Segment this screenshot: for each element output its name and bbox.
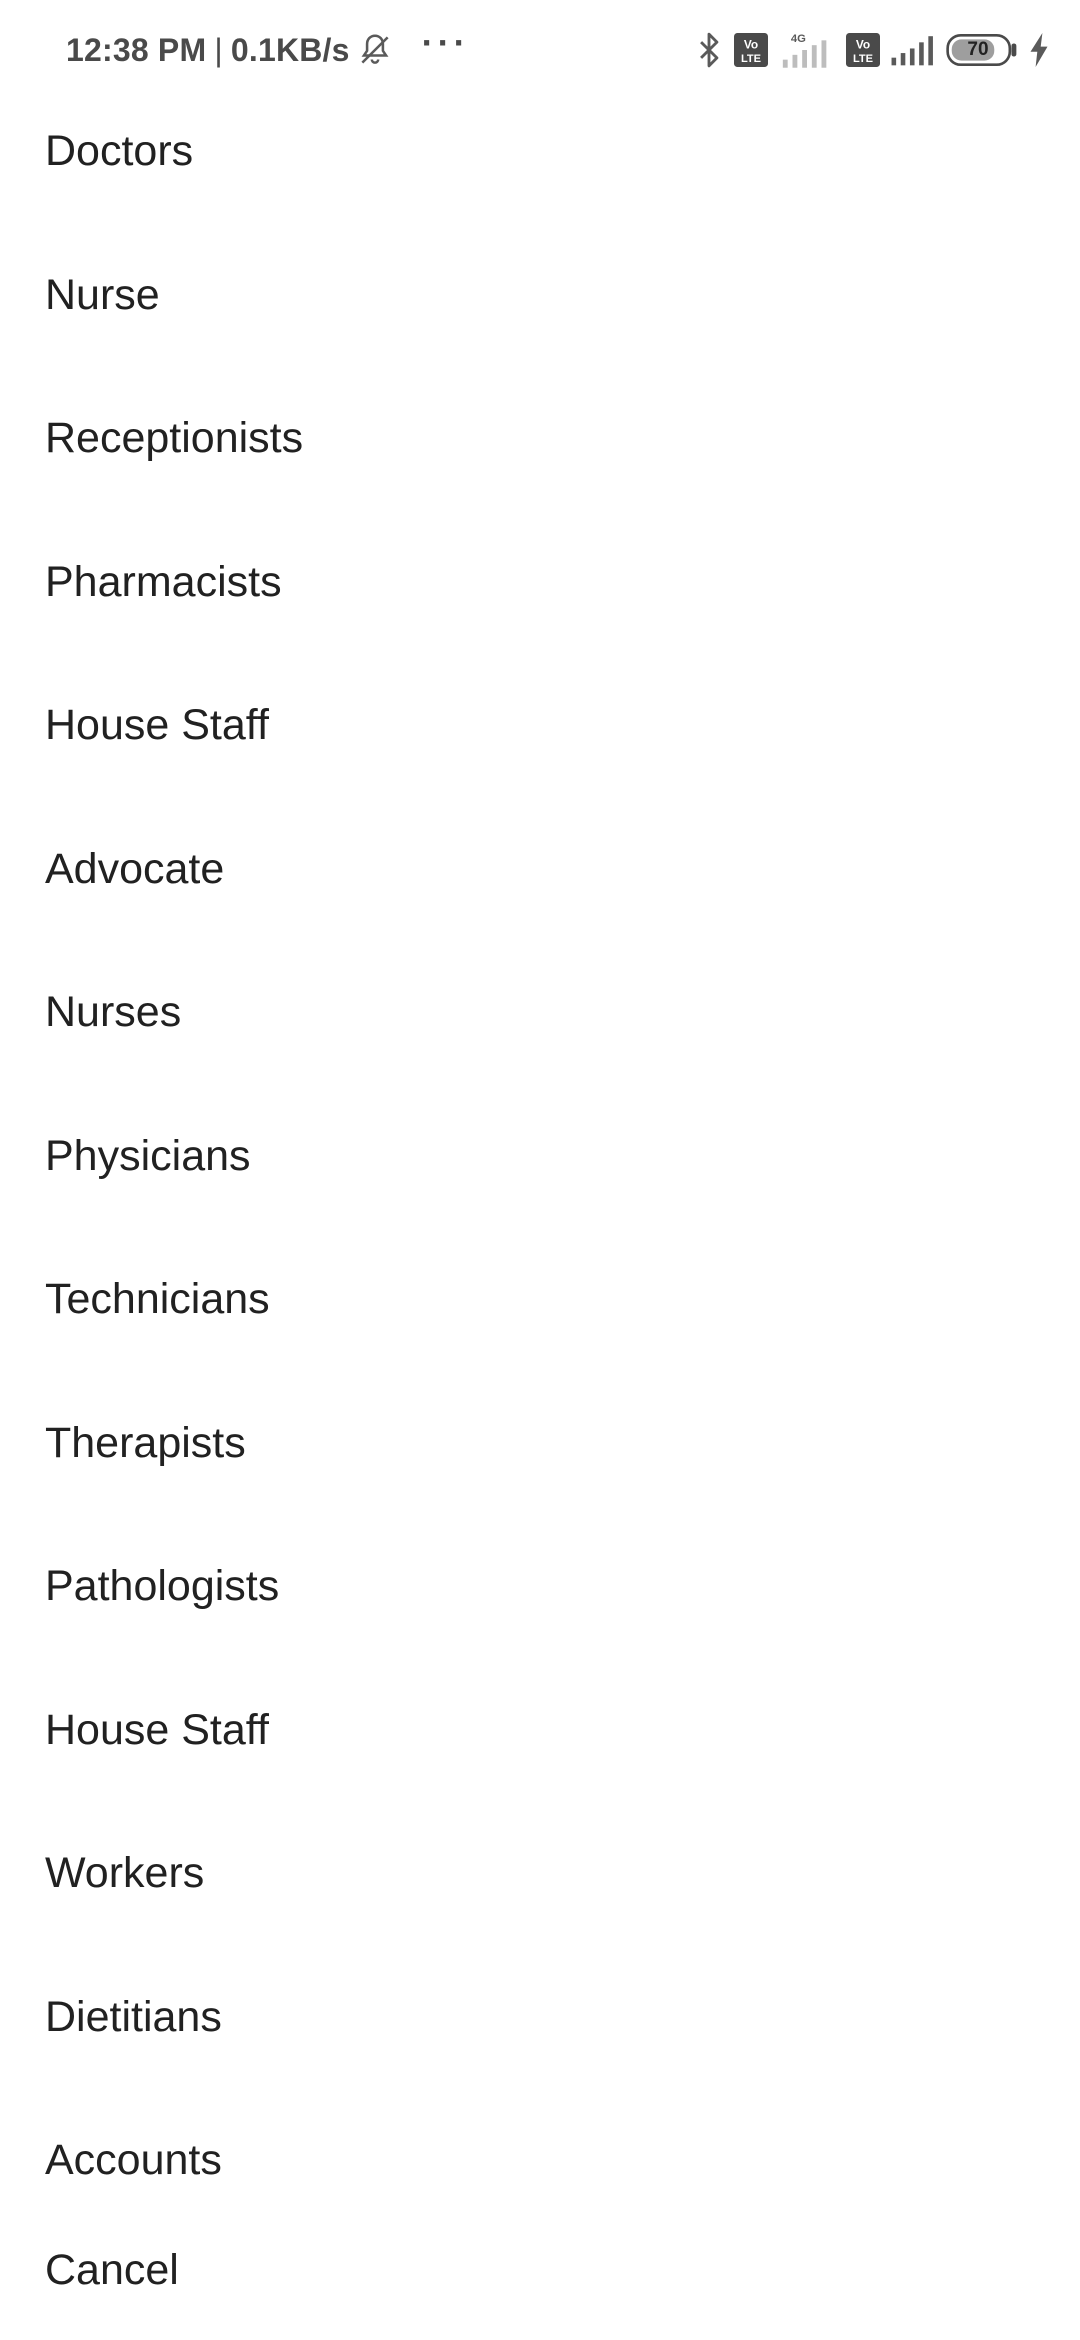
cancel-button[interactable]: Cancel [0,2215,1080,2325]
list-item-doctors[interactable]: Doctors [0,80,1080,224]
volte-icon: Vo LTE [734,33,768,67]
list-item-technicians[interactable]: Technicians [0,1228,1080,1372]
volte-icon-2: Vo LTE [846,33,880,67]
more-notifications-icon: ··· [421,22,470,63]
list-item-nurses[interactable]: Nurses [0,941,1080,1085]
status-left: 12:38 PM | 0.1KB/s ··· [66,25,470,69]
battery-level: 70 [967,39,989,60]
signal-icon-2 [890,33,936,67]
svg-text:Vo: Vo [744,37,758,51]
list-item-advocate[interactable]: Advocate [0,798,1080,942]
list-item-accounts[interactable]: Accounts [0,2089,1080,2233]
list-item-receptionists[interactable]: Receptionists [0,367,1080,511]
bluetooth-icon [694,31,724,69]
mute-bell-icon [356,31,394,69]
svg-text:Vo: Vo [856,37,870,51]
list-item-pathologists[interactable]: Pathologists [0,1515,1080,1659]
list-item-house-staff-2[interactable]: House Staff [0,1659,1080,1803]
list-item-dietitians[interactable]: Dietitians [0,1946,1080,2090]
charging-icon [1028,33,1050,67]
list-item-therapists[interactable]: Therapists [0,1372,1080,1516]
signal-icon: 4G [778,30,836,70]
network-speed: 0.1KB/s [230,31,350,68]
option-list: Doctors Nurse Receptionists Pharmacists … [0,80,1080,2233]
status-right: Vo LTE 4G Vo LTE 70 [694,30,1050,70]
list-item-workers[interactable]: Workers [0,1802,1080,1946]
list-item-house-staff[interactable]: House Staff [0,654,1080,798]
list-item-pharmacists[interactable]: Pharmacists [0,511,1080,655]
list-item-physicians[interactable]: Physicians [0,1085,1080,1229]
svg-text:4G: 4G [791,33,806,45]
battery-icon: 70 [946,33,1018,67]
clock: 12:38 PM [66,31,207,68]
status-separator: | [214,31,223,68]
svg-text:LTE: LTE [853,53,873,65]
list-item-nurse[interactable]: Nurse [0,224,1080,368]
svg-text:LTE: LTE [741,53,761,65]
